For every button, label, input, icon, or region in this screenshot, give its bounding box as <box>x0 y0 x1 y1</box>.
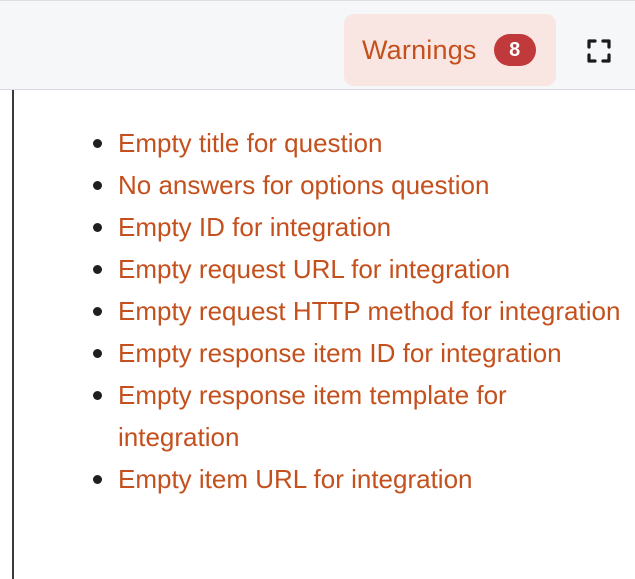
warnings-list: Empty title for question No answers for … <box>93 122 628 500</box>
warning-item[interactable]: Empty response item template for integra… <box>93 374 628 458</box>
warnings-button[interactable]: Warnings 8 <box>344 14 556 86</box>
panel-left-border <box>12 90 14 579</box>
expand-corners-icon <box>587 39 611 63</box>
warning-item[interactable]: Empty response item ID for integration <box>93 332 628 374</box>
toolbar: Warnings 8 <box>0 0 635 90</box>
warning-item[interactable]: No answers for options question <box>93 164 628 206</box>
warnings-label: Warnings <box>362 34 477 65</box>
warning-item[interactable]: Empty request HTTP method for integratio… <box>93 290 628 332</box>
warnings-count-badge: 8 <box>493 34 536 66</box>
warning-item[interactable]: Empty ID for integration <box>93 206 628 248</box>
warning-item[interactable]: Empty request URL for integration <box>93 248 628 290</box>
warning-item[interactable]: Empty title for question <box>93 122 628 164</box>
fullscreen-button[interactable] <box>582 34 616 68</box>
warning-item[interactable]: Empty item URL for integration <box>93 458 628 500</box>
